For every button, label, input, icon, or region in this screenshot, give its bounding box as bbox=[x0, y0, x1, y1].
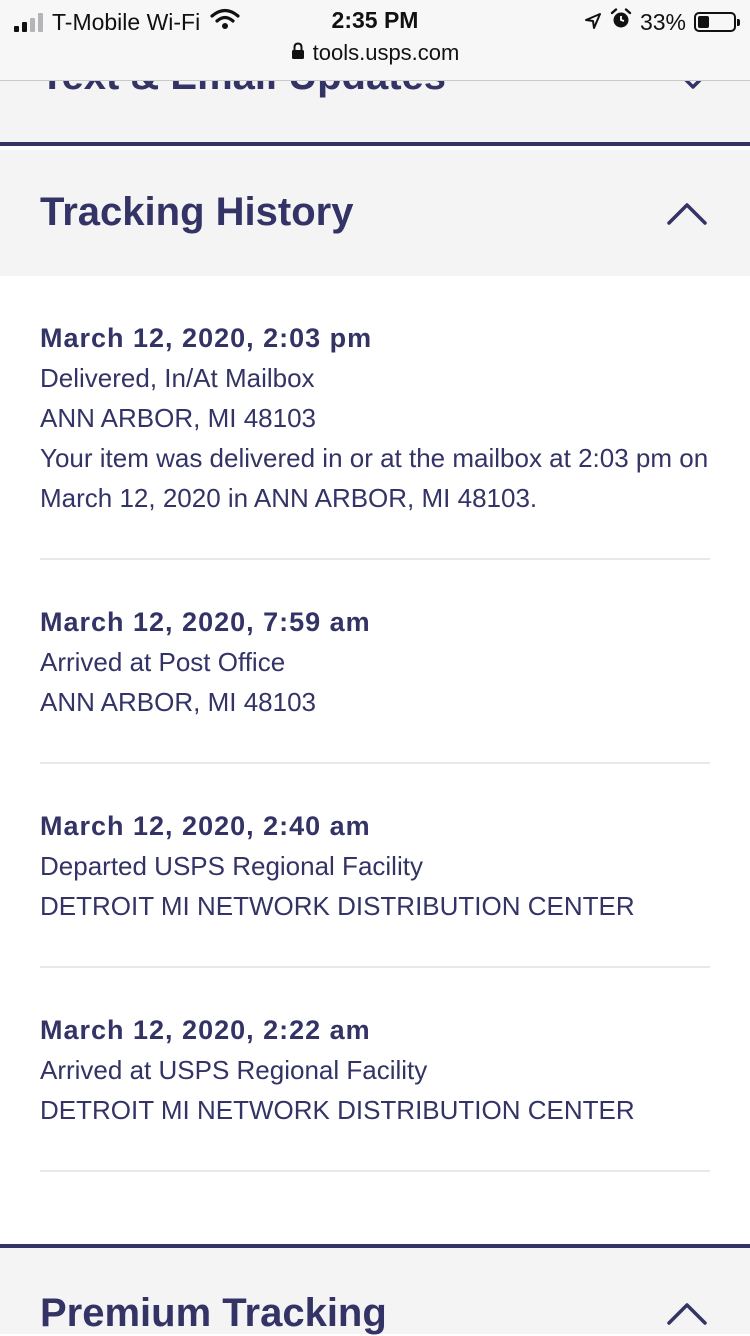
tracking-event: March 12, 2020, 2:40 am Departed USPS Re… bbox=[40, 806, 710, 968]
battery-percent: 33% bbox=[639, 8, 686, 35]
event-location: DETROIT MI NETWORK DISTRIBUTION CENTER bbox=[40, 1095, 635, 1125]
status-right: 33% bbox=[584, 8, 740, 36]
tracking-event: March 12, 2020, 7:59 am Arrived at Post … bbox=[40, 602, 710, 764]
event-location: DETROIT MI NETWORK DISTRIBUTION CENTER bbox=[40, 891, 635, 921]
location-arrow-icon bbox=[584, 9, 602, 36]
tracking-history-header[interactable]: Tracking History bbox=[0, 150, 750, 276]
event-status: Arrived at USPS Regional Facility bbox=[40, 1055, 428, 1085]
section-title-premium-tracking: Premium Tracking bbox=[40, 1291, 387, 1335]
tracking-event: March 12, 2020, 2:03 pm Delivered, In/At… bbox=[40, 318, 710, 560]
section-title-tracking-history: Tracking History bbox=[40, 190, 354, 234]
lock-icon bbox=[291, 40, 305, 66]
event-detail: Your item was delivered in or at the mai… bbox=[40, 443, 709, 513]
tracking-events-list: March 12, 2020, 2:03 pm Delivered, In/At… bbox=[40, 318, 710, 1214]
status-bar: T-Mobile Wi-Fi 2:35 PM 33% tools.usps.co… bbox=[0, 0, 750, 81]
event-date: March 12, 2020, 2:22 am bbox=[40, 1015, 371, 1045]
url-text: tools.usps.com bbox=[312, 40, 460, 65]
event-location: ANN ARBOR, MI 48103 bbox=[40, 403, 316, 433]
alarm-icon bbox=[610, 8, 632, 36]
event-date: March 12, 2020, 7:59 am bbox=[40, 607, 371, 637]
event-status: Departed USPS Regional Facility bbox=[40, 851, 423, 881]
chevron-up-icon[interactable] bbox=[666, 1302, 708, 1331]
event-location: ANN ARBOR, MI 48103 bbox=[40, 687, 316, 717]
event-date: March 12, 2020, 2:40 am bbox=[40, 811, 371, 841]
event-status: Arrived at Post Office bbox=[40, 647, 286, 677]
chevron-up-icon[interactable] bbox=[666, 202, 708, 231]
premium-tracking-header[interactable]: Premium Tracking bbox=[0, 1244, 750, 1335]
battery-icon bbox=[694, 12, 740, 32]
event-date: March 12, 2020, 2:03 pm bbox=[40, 323, 373, 353]
url-bar[interactable]: tools.usps.com bbox=[0, 40, 750, 66]
battery-fill bbox=[698, 16, 709, 28]
event-status: Delivered, In/At Mailbox bbox=[40, 363, 315, 393]
tracking-event: March 12, 2020, 2:22 am Arrived at USPS … bbox=[40, 1010, 710, 1172]
